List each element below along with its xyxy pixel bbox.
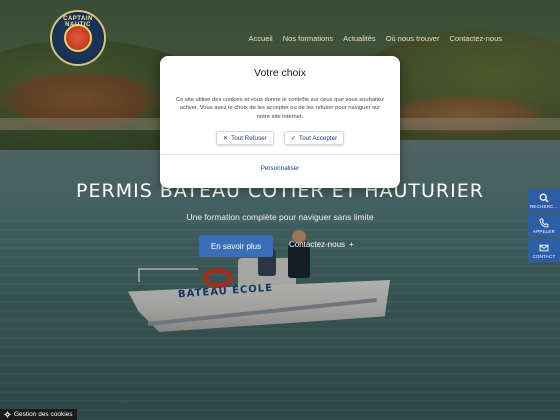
refuse-all-label: Tout Refuser	[231, 134, 267, 142]
nav-item-ou-nous-trouver[interactable]: Où nous trouver	[386, 34, 440, 43]
main-nav: Accueil Nos formations Actualités Où nou…	[249, 34, 502, 43]
nav-item-contact[interactable]: Contactez-nous	[449, 34, 502, 43]
modal-actions: ✕ Tout Refuser ✓ Tout Accepter	[160, 131, 400, 146]
logo-text: CAPTAIN NAUTIC	[63, 16, 93, 28]
search-tool-label: RECHERC...	[529, 203, 558, 209]
call-tool-button[interactable]: APPELER	[528, 214, 560, 237]
learn-more-button[interactable]: En savoir plus	[199, 235, 273, 257]
contact-tool-label: CONTACT	[532, 253, 556, 259]
nav-item-formations[interactable]: Nos formations	[283, 34, 333, 43]
cookie-manager-label: Gestion des cookies	[14, 411, 73, 418]
nav-item-accueil[interactable]: Accueil	[249, 34, 273, 43]
close-icon: ✕	[222, 134, 229, 142]
search-tool-button[interactable]: RECHERC...	[528, 189, 560, 212]
modal-title: Votre choix	[254, 67, 306, 79]
customize-button[interactable]: Personnaliser	[160, 165, 400, 172]
accept-all-label: Tout Accepter	[299, 134, 338, 142]
modal-description: Ce site utilise des cookies et vous donn…	[175, 97, 385, 120]
side-toolbar: RECHERC... APPELER CONTACT	[528, 189, 560, 262]
accept-all-button[interactable]: ✓ Tout Accepter	[283, 131, 345, 146]
contact-tool-button[interactable]: CONTACT	[528, 239, 560, 262]
refuse-all-button[interactable]: ✕ Tout Refuser	[215, 131, 274, 146]
contact-us-button[interactable]: Contactez-nous +	[289, 240, 354, 249]
logo-emblem	[64, 24, 92, 52]
phone-icon	[539, 218, 549, 227]
call-tool-label: APPELER	[532, 228, 556, 234]
cookie-consent-modal: Votre choix Ce site utilise des cookies …	[160, 56, 400, 188]
plus-icon: +	[349, 240, 354, 249]
modal-divider	[160, 154, 400, 156]
search-icon	[539, 193, 549, 202]
gear-icon	[4, 411, 11, 418]
check-icon: ✓	[290, 134, 297, 142]
mail-icon	[539, 244, 549, 251]
hero-subtitle: Une formation complète pour naviguer san…	[186, 212, 374, 222]
cookie-manager-button[interactable]: Gestion des cookies	[0, 409, 77, 420]
contact-us-label: Contactez-nous	[289, 240, 346, 249]
nav-item-actualites[interactable]: Actualités	[343, 34, 376, 43]
site-logo[interactable]: CAPTAIN NAUTIC	[50, 10, 106, 66]
